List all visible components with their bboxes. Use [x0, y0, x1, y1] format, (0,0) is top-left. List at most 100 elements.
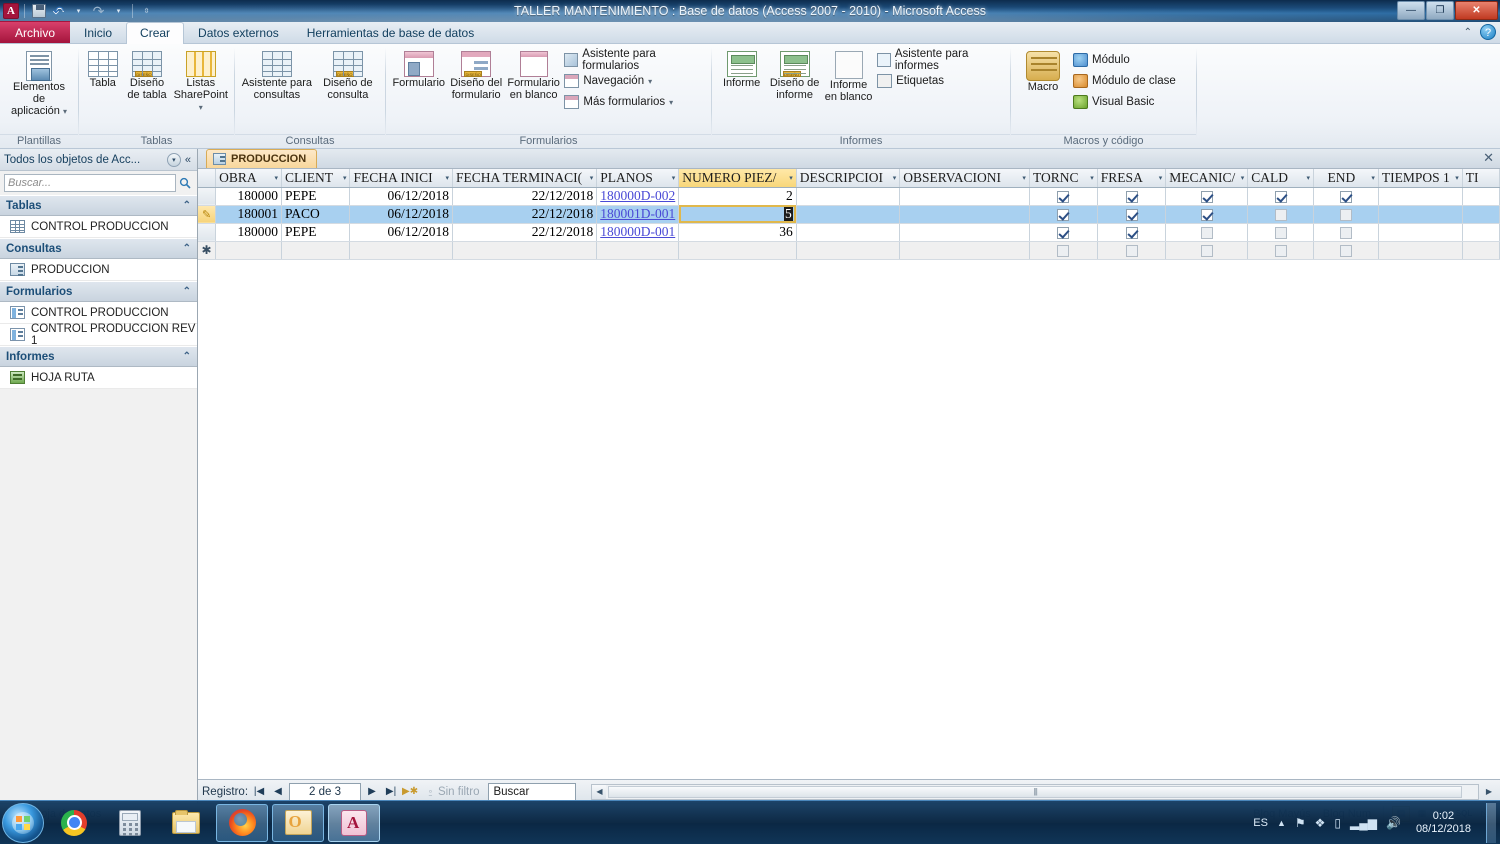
- cell-client[interactable]: [281, 241, 351, 260]
- cell-tiempos-t[interactable]: [1378, 187, 1463, 206]
- show-hidden-icons-button[interactable]: ▲: [1277, 818, 1286, 828]
- button-tabla[interactable]: Tabla: [85, 48, 120, 89]
- record-position-input[interactable]: 2 de 3: [289, 782, 362, 801]
- cell-planos[interactable]: [596, 241, 680, 260]
- cell-tiempos-t[interactable]: [1378, 223, 1463, 242]
- button-diseno-formulario[interactable]: DISEÑO Diseño del formulario: [449, 48, 502, 101]
- cell-torno[interactable]: [1029, 223, 1098, 242]
- nav-group-formularios[interactable]: Formularios ⌃: [0, 281, 197, 302]
- cell-obra[interactable]: 180001: [215, 205, 282, 224]
- cell-fecha-inicio[interactable]: 06/12/2018: [349, 223, 453, 242]
- nav-item-control-produccion-rev1-form[interactable]: CONTROL PRODUCCION REV 1: [0, 323, 197, 347]
- record-selector[interactable]: [198, 187, 217, 206]
- navigation-pane[interactable]: Todos los objetos de Acc... ▾ « Buscar..…: [0, 149, 198, 803]
- dropbox-icon[interactable]: ❖: [1315, 816, 1326, 830]
- chevron-down-icon[interactable]: ▾: [166, 152, 181, 167]
- datasheet-grid[interactable]: OBRA ▾ CLIENT ▾ FECHA INICI ▾ FECHA TERMINA…: [198, 169, 1500, 779]
- nav-group-informes[interactable]: Informes ⌃: [0, 346, 197, 367]
- select-all-cell[interactable]: [198, 169, 217, 188]
- button-informe-blanco[interactable]: Informe en blanco: [824, 48, 873, 103]
- table-row[interactable]: 180000 PEPE 06/12/2018 22/12/2018 180000…: [198, 223, 1500, 242]
- cell-descripcion[interactable]: [796, 205, 901, 224]
- cell-end[interactable]: [1313, 241, 1379, 260]
- chevron-up-icon[interactable]: ⌃: [183, 351, 191, 362]
- network-icon[interactable]: ▂▄▆: [1350, 816, 1377, 830]
- button-macro[interactable]: Macro: [1017, 48, 1069, 93]
- cell-planos[interactable]: 180000D-001: [596, 223, 680, 242]
- cell-mecanica[interactable]: [1165, 223, 1249, 242]
- button-formulario-blanco[interactable]: Formulario en blanco: [507, 48, 560, 101]
- taskbar-item-chrome[interactable]: [48, 804, 100, 842]
- help-icon[interactable]: ?: [1480, 24, 1496, 40]
- chevron-up-icon[interactable]: ⌃: [183, 243, 191, 254]
- datasheet-header-row[interactable]: OBRA ▾ CLIENT ▾ FECHA INICI ▾ FECHA TERMINA…: [198, 169, 1500, 188]
- search-input[interactable]: Buscar...: [4, 174, 176, 192]
- button-diseno-informe[interactable]: DISEÑO Diseño de informe: [769, 48, 820, 101]
- chevron-up-icon[interactable]: ⌃: [183, 200, 191, 211]
- button-navegacion[interactable]: Navegación ▾: [564, 71, 705, 91]
- tab-crear[interactable]: Crear: [126, 22, 185, 44]
- table-row[interactable]: 180000 PEPE 06/12/2018 22/12/2018 180000…: [198, 187, 1500, 206]
- maximize-button[interactable]: ❐: [1426, 1, 1454, 20]
- nav-item-produccion-query[interactable]: PRODUCCION: [0, 259, 197, 281]
- taskbar-item-outlook[interactable]: [272, 803, 324, 842]
- cell-fresa[interactable]: [1097, 205, 1167, 224]
- chevron-down-icon[interactable]: ▾: [669, 98, 673, 107]
- collapse-ribbon-icon[interactable]: ⌃: [1464, 27, 1472, 38]
- cell-observaciones[interactable]: [899, 187, 1030, 206]
- column-header-end[interactable]: END ▾: [1313, 169, 1379, 188]
- cell-obra[interactable]: 180000: [215, 223, 282, 242]
- button-asistente-formularios[interactable]: Asistente para formularios: [564, 48, 705, 72]
- column-header-mecanica[interactable]: MECANIC/▾: [1165, 169, 1249, 188]
- record-selector[interactable]: ✎: [198, 205, 217, 224]
- column-header-fecha-terminacion[interactable]: FECHA TERMINACI(▾: [452, 169, 598, 188]
- cell-ti[interactable]: [1462, 241, 1500, 260]
- column-header-torno[interactable]: TORNC ▾: [1029, 169, 1098, 188]
- nav-group-consultas[interactable]: Consultas ⌃: [0, 238, 197, 259]
- ribbon[interactable]: Elementos de aplicación ▾ Plantillas Tab…: [0, 44, 1500, 149]
- cell-tiempos-t[interactable]: [1378, 241, 1463, 260]
- cell-fecha-terminacion[interactable]: 22/12/2018: [452, 205, 598, 224]
- cell-fecha-terminacion[interactable]: [452, 241, 598, 260]
- cell-fecha-inicio[interactable]: 06/12/2018: [349, 205, 453, 224]
- cell-torno[interactable]: [1029, 187, 1098, 206]
- cell-ti[interactable]: [1462, 187, 1500, 206]
- volume-icon[interactable]: 🔊: [1386, 816, 1401, 830]
- cell-mecanica[interactable]: [1165, 187, 1249, 206]
- cell-descripcion[interactable]: [796, 241, 901, 260]
- filter-toggle-button[interactable]: ⍛ Sin filtro: [421, 785, 485, 798]
- column-header-planos[interactable]: PLANOS ▾: [596, 169, 680, 188]
- cell-planos[interactable]: 180001D-001: [596, 205, 680, 224]
- cell-observaciones[interactable]: [899, 205, 1030, 224]
- cell-tiempos-t[interactable]: [1378, 205, 1463, 224]
- cell-fecha-terminacion[interactable]: 22/12/2018: [452, 223, 598, 242]
- cell-numero-piezas-editing[interactable]: 5: [678, 205, 797, 224]
- button-asistente-consultas[interactable]: Asistente para consultas: [241, 48, 313, 101]
- previous-record-button[interactable]: ◀: [270, 783, 286, 801]
- collapse-pane-icon[interactable]: «: [185, 154, 193, 166]
- cell-fecha-inicio[interactable]: 06/12/2018: [349, 187, 453, 206]
- button-mas-formularios[interactable]: Más formularios ▾: [564, 92, 705, 112]
- close-document-icon[interactable]: ✕: [1483, 151, 1494, 165]
- scroll-right-icon[interactable]: ▶: [1482, 785, 1496, 799]
- cell-obra[interactable]: [215, 241, 282, 260]
- cell-planos[interactable]: 180000D-002: [596, 187, 680, 206]
- cell-descripcion[interactable]: [796, 223, 901, 242]
- column-header-calderia[interactable]: CALD ▾: [1247, 169, 1314, 188]
- chevron-down-icon[interactable]: ▾: [648, 77, 652, 86]
- cell-observaciones[interactable]: [899, 223, 1030, 242]
- button-diseno-consulta[interactable]: DISEÑO Diseño de consulta: [317, 48, 379, 101]
- chevron-up-icon[interactable]: ⌃: [183, 286, 191, 297]
- cell-client[interactable]: PEPE: [281, 187, 351, 206]
- navigation-search-row[interactable]: Buscar...: [0, 171, 197, 195]
- window-controls[interactable]: — ❐ ✕: [1397, 1, 1498, 20]
- taskbar-item-calculator[interactable]: [104, 804, 156, 842]
- nav-group-tablas[interactable]: Tablas ⌃: [0, 195, 197, 216]
- system-tray[interactable]: ES ▲ ⚑ ❖ ▯ ▂▄▆ 🔊 0:02 08/12/2018: [1253, 802, 1500, 843]
- ribbon-help-area[interactable]: ⌃ ?: [1464, 24, 1496, 40]
- column-header-client[interactable]: CLIENT ▾: [281, 169, 351, 188]
- cell-fecha-inicio[interactable]: [349, 241, 453, 260]
- record-selector-new[interactable]: ✱: [198, 241, 217, 260]
- cell-observaciones[interactable]: [899, 241, 1030, 260]
- cell-numero-piezas[interactable]: 2: [678, 187, 797, 206]
